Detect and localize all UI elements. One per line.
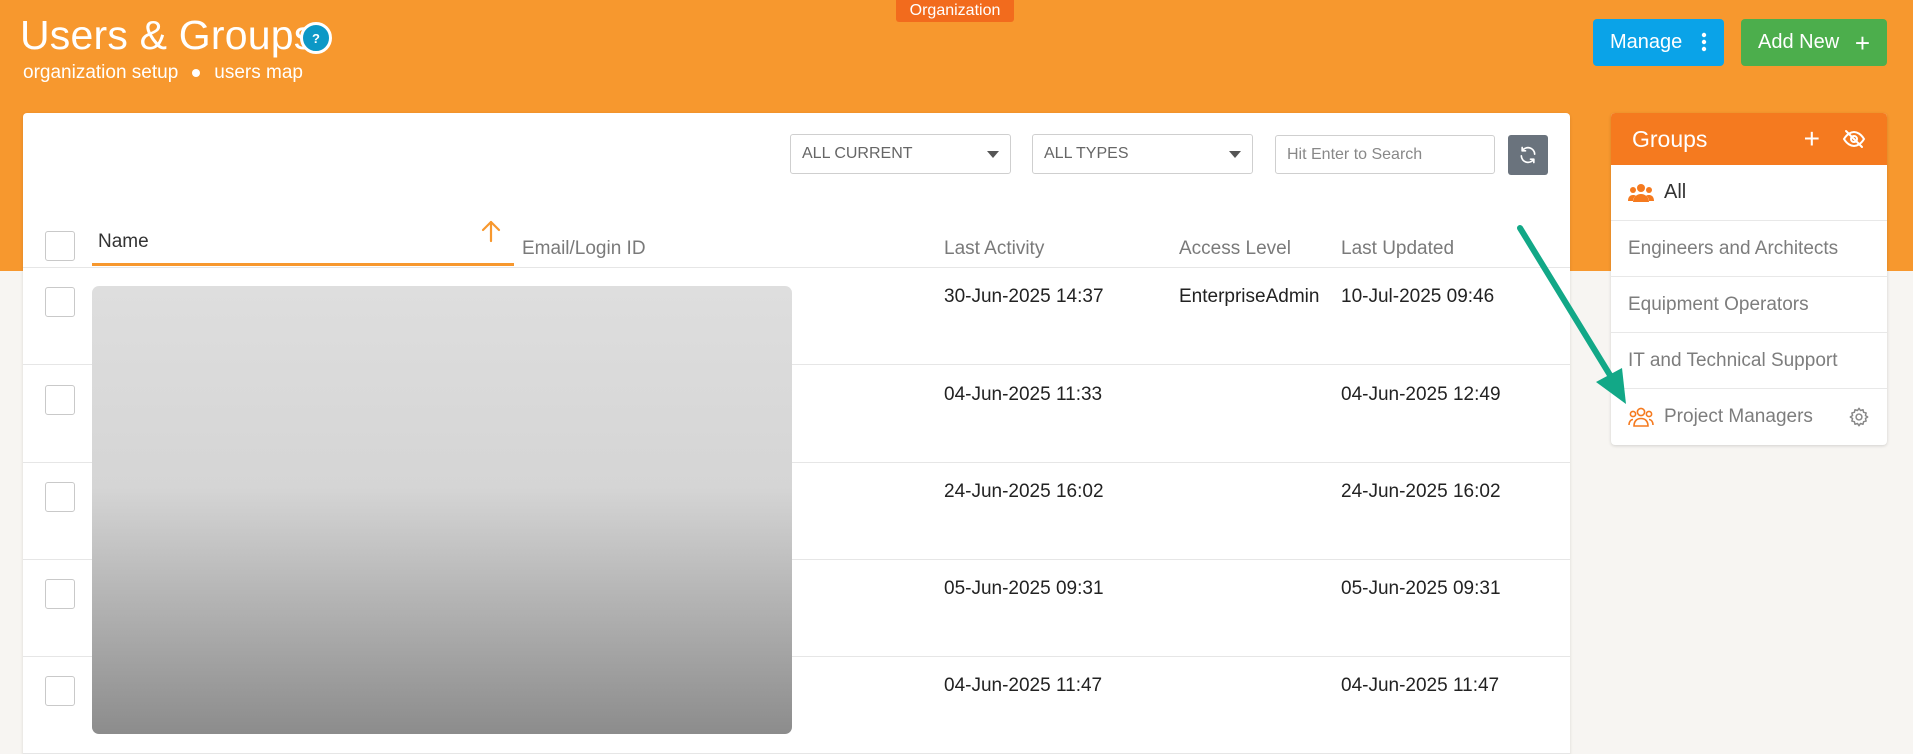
last-activity-cell: 24-Jun-2025 16:02 (944, 481, 1104, 502)
manage-button-label: Manage (1610, 31, 1683, 53)
column-header-last-updated[interactable]: Last Updated (1341, 235, 1454, 263)
row-checkbox[interactable] (45, 482, 75, 512)
row-checkbox[interactable] (45, 287, 75, 317)
users-table-panel: ALL CURRENT ALL TYPES Name Email/Login I… (23, 113, 1570, 754)
last-updated-cell: 10-Jul-2025 09:46 (1341, 286, 1495, 307)
type-filter-select[interactable]: ALL TYPES (1032, 134, 1253, 174)
last-updated-cell: 24-Jun-2025 16:02 (1341, 481, 1501, 502)
breadcrumb-users-map[interactable]: users map (214, 62, 303, 84)
column-header-email[interactable]: Email/Login ID (522, 235, 646, 263)
search-input[interactable] (1275, 135, 1495, 174)
status-filter-select[interactable]: ALL CURRENT (790, 134, 1011, 174)
refresh-icon (1520, 146, 1536, 164)
group-item-equipment-operators[interactable]: Equipment Operators (1611, 277, 1887, 333)
manage-button[interactable]: Manage (1593, 19, 1724, 66)
redacted-name-email-region (92, 286, 792, 734)
type-filter-value: ALL TYPES (1044, 145, 1129, 162)
access-level-cell: EnterpriseAdmin (1179, 286, 1320, 307)
select-all-checkbox[interactable] (45, 231, 75, 261)
column-header-last-activity[interactable]: Last Activity (944, 235, 1044, 263)
row-checkbox[interactable] (45, 385, 75, 415)
help-icon[interactable]: ? (300, 22, 332, 54)
last-activity-cell: 04-Jun-2025 11:47 (944, 675, 1103, 696)
last-activity-cell: 05-Jun-2025 09:31 (944, 578, 1104, 599)
kebab-menu-icon (1701, 30, 1707, 56)
gear-icon[interactable] (1848, 406, 1870, 428)
groups-panel: Groups + All Engineers and Architects Eq… (1611, 113, 1887, 445)
row-checkbox[interactable] (45, 676, 75, 706)
groups-header: Groups + (1611, 113, 1887, 165)
eye-off-icon[interactable] (1842, 129, 1866, 149)
sort-ascending-icon[interactable] (480, 219, 502, 243)
refresh-button[interactable] (1508, 135, 1548, 175)
group-item-label: All (1664, 181, 1687, 203)
page-title: Users & Groups (20, 12, 315, 58)
last-updated-cell: 05-Jun-2025 09:31 (1341, 578, 1501, 599)
row-checkbox[interactable] (45, 579, 75, 609)
chevron-down-icon (987, 150, 999, 158)
last-activity-cell: 30-Jun-2025 14:37 (944, 286, 1104, 307)
group-item-label: IT and Technical Support (1628, 349, 1838, 371)
status-filter-value: ALL CURRENT (802, 145, 913, 162)
groups-title: Groups (1632, 125, 1708, 152)
annotation-arrow-icon (1517, 225, 1626, 404)
breadcrumb: organization setup users map (23, 62, 303, 84)
group-item-label: Project Managers (1664, 406, 1813, 427)
add-group-icon[interactable]: + (1804, 125, 1820, 153)
add-new-button[interactable]: Add New + (1741, 19, 1887, 66)
group-item-label: Engineers and Architects (1628, 237, 1839, 259)
last-updated-cell: 04-Jun-2025 11:47 (1341, 675, 1500, 696)
breadcrumb-separator-icon (192, 69, 201, 77)
breadcrumb-organization-setup[interactable]: organization setup (23, 62, 178, 84)
add-new-button-label: Add New (1758, 31, 1840, 53)
users-icon (1628, 183, 1654, 203)
group-item-label: Equipment Operators (1628, 293, 1809, 315)
column-header-access-level[interactable]: Access Level (1179, 235, 1291, 263)
chevron-down-icon (1229, 150, 1241, 158)
group-item-it-and-technical-support[interactable]: IT and Technical Support (1611, 333, 1887, 389)
group-item-all[interactable]: All (1611, 165, 1887, 221)
last-activity-cell: 04-Jun-2025 11:33 (944, 384, 1103, 405)
group-item-project-managers[interactable]: Project Managers (1611, 389, 1887, 445)
group-item-engineers-and-architects[interactable]: Engineers and Architects (1611, 221, 1887, 277)
organization-tag: Organization (896, 0, 1014, 22)
column-header-name[interactable]: Name (92, 228, 514, 266)
plus-icon: + (1854, 27, 1870, 58)
last-updated-cell: 04-Jun-2025 12:49 (1341, 384, 1501, 405)
